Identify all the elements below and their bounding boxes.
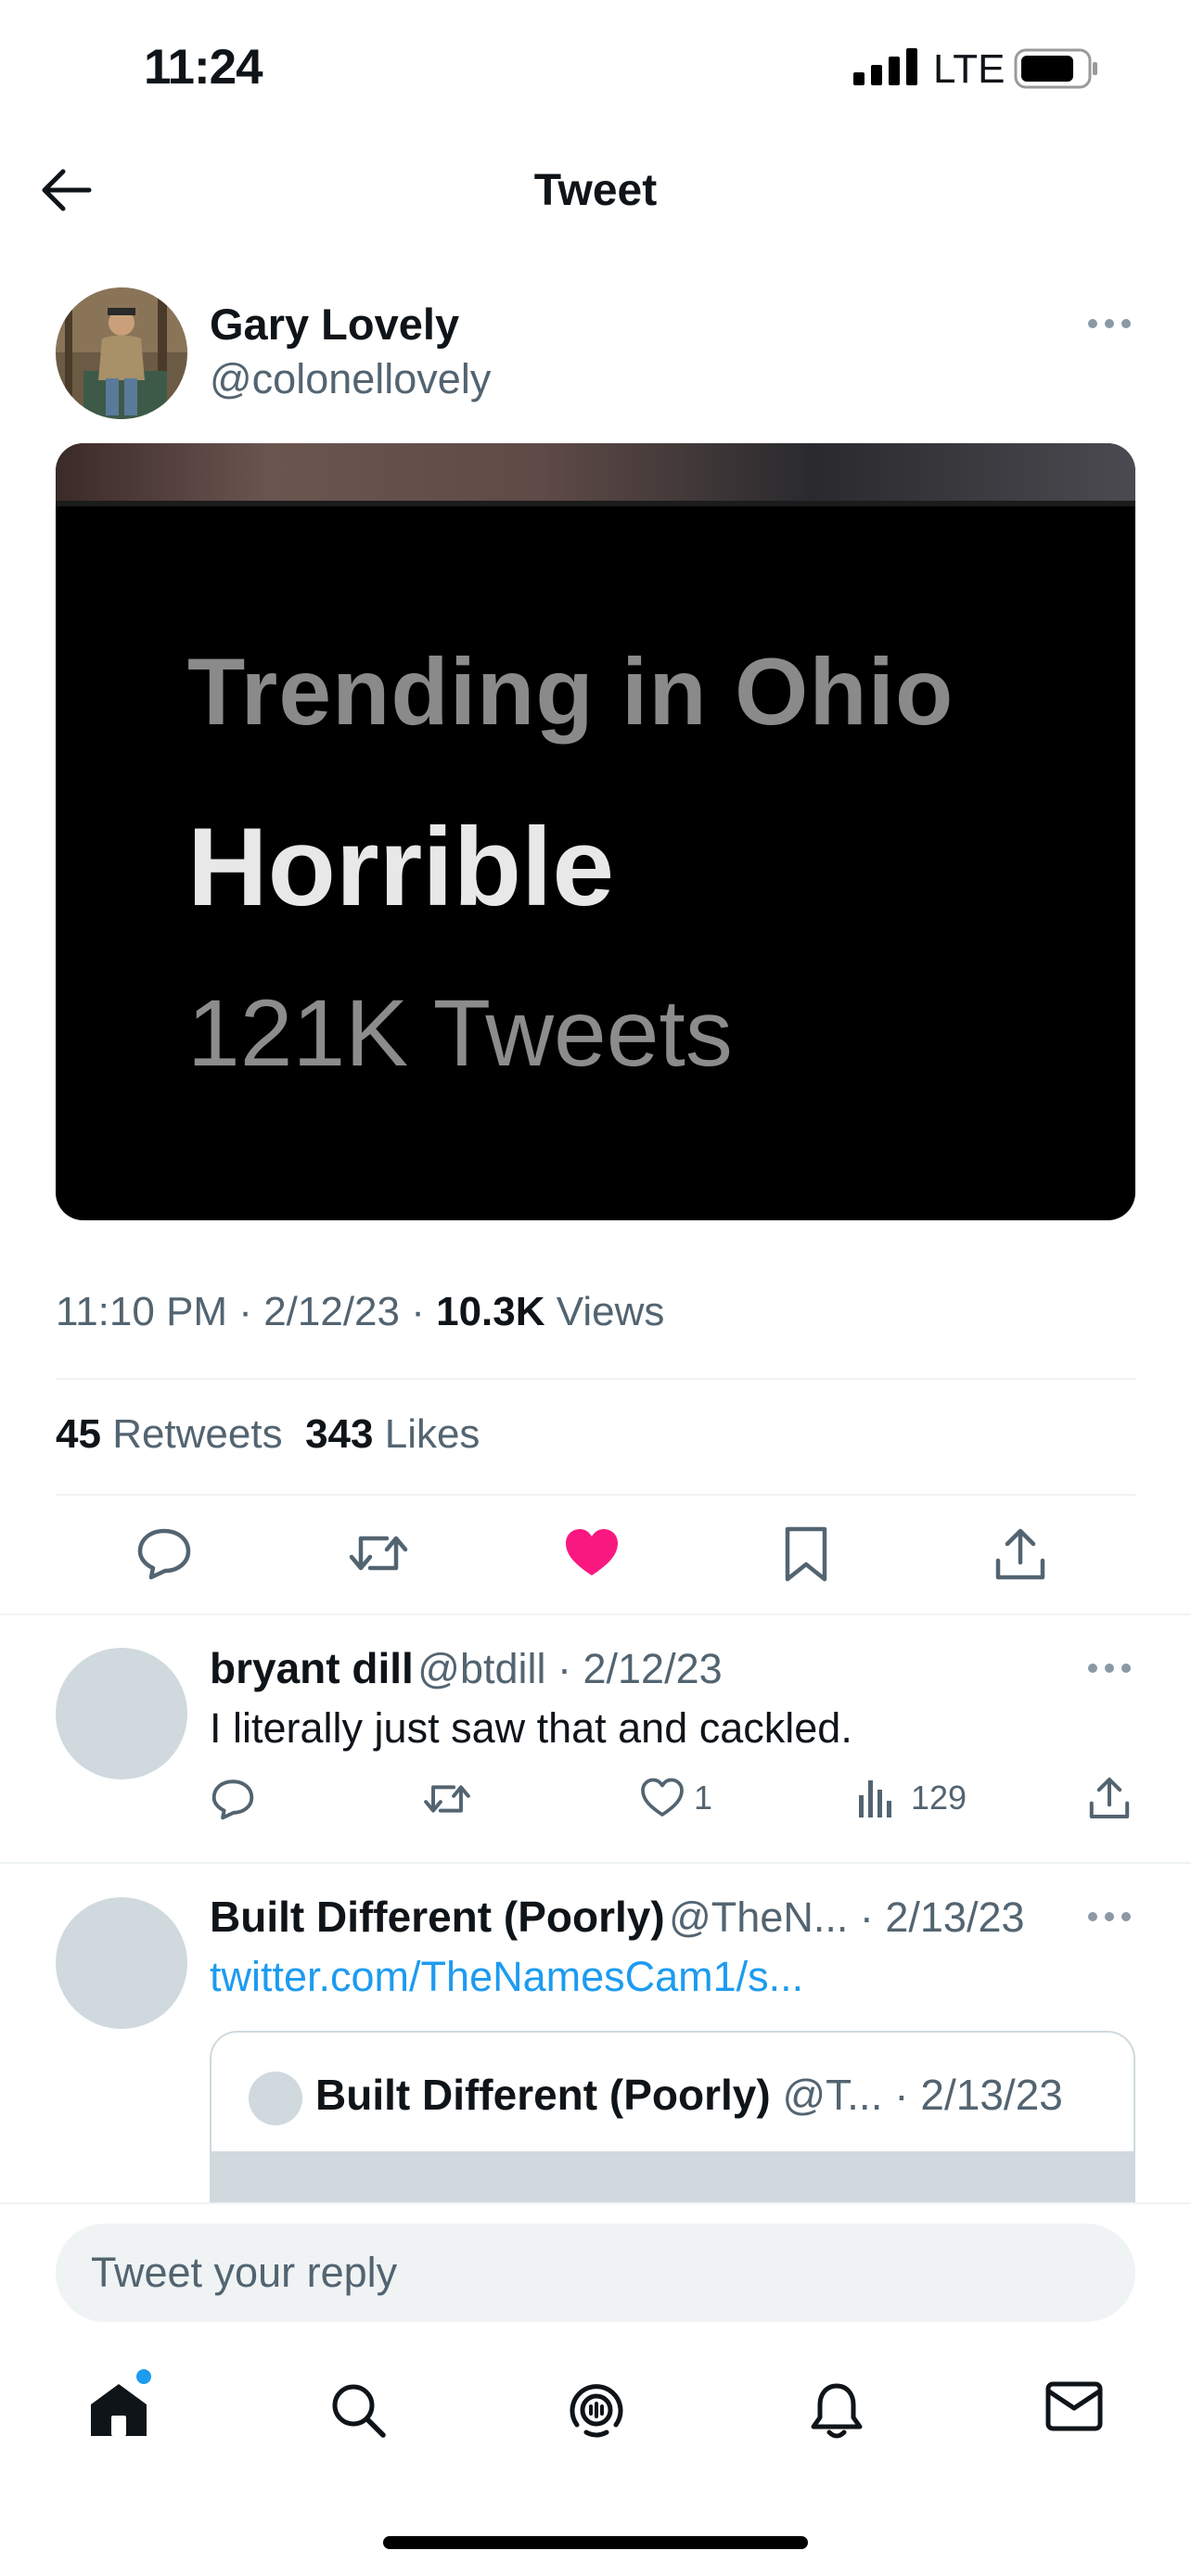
status-time: 11:24 [144, 40, 263, 95]
heart-filled-icon [566, 1529, 618, 1575]
meta-separator: · [882, 2071, 921, 2119]
media-top-strip [56, 443, 1135, 501]
signal-icon [853, 48, 924, 85]
tab-messages[interactable] [1044, 2380, 1104, 2432]
reply-header: Built Different (Poorly) @TheN... · 2/13… [210, 1892, 1025, 1942]
tweet-meta: 11:10 PM · 2/12/23 · 10.3K Views [56, 1289, 665, 1334]
likes-count: 343 [305, 1411, 374, 1457]
author-handle[interactable]: @colonellovely [210, 355, 491, 403]
home-indicator [383, 2536, 808, 2549]
retweets-count: 45 [56, 1411, 101, 1457]
reply-icon [211, 1779, 254, 1820]
divider [56, 1378, 1135, 1380]
like-button[interactable] [562, 1525, 621, 1581]
media-trending-term: Horrible [187, 805, 615, 929]
divider [0, 1862, 1191, 1864]
reply-author-handle[interactable]: @TheN... [669, 1894, 848, 1941]
media-trending-location: Trending in Ohio [187, 639, 954, 745]
reply-author-handle[interactable]: @btdill [417, 1645, 545, 1692]
search-icon [332, 2384, 386, 2438]
messages-mail-icon [1045, 2381, 1103, 2431]
more-icon [1088, 1664, 1131, 1673]
reply-author-name[interactable]: Built Different (Poorly) [210, 1893, 665, 1941]
reply-reply-button[interactable] [210, 1777, 256, 1821]
retweet-icon [349, 1536, 408, 1571]
home-icon [91, 2384, 147, 2436]
notifications-bell-icon [811, 2383, 863, 2439]
author-name[interactable]: Gary Lovely [210, 299, 459, 350]
reply-more-button[interactable] [1087, 1662, 1132, 1675]
reply-date: 2/12/23 [583, 1645, 723, 1692]
more-icon [1088, 1912, 1131, 1921]
tab-spaces[interactable] [566, 2380, 627, 2442]
retweets-stat[interactable]: 45 Retweets [56, 1411, 283, 1457]
tweet-reply-input[interactable] [56, 2224, 1135, 2322]
reply-share-button[interactable] [1087, 1775, 1132, 1821]
page-title: Tweet [533, 166, 658, 215]
media-tweet-count: 121K Tweets [187, 980, 733, 1086]
views-label: Views [556, 1289, 665, 1334]
quote-author-handle: @T... [782, 2071, 883, 2119]
reply-author-name[interactable]: bryant dill [210, 1644, 414, 1692]
unread-indicator [136, 2369, 151, 2384]
reply-avatar[interactable] [56, 1897, 187, 2029]
author-avatar[interactable] [56, 287, 187, 419]
meta-separator: · [848, 1894, 886, 1941]
reply-views-button[interactable]: 129 [857, 1777, 967, 1819]
tab-home[interactable] [87, 2380, 150, 2440]
spaces-icon [570, 2384, 623, 2438]
tweet-time: 11:10 PM [56, 1289, 228, 1334]
reply-like-count: 1 [694, 1779, 713, 1817]
tweet-media-image[interactable]: Trending in Ohio Horrible 121K Tweets [56, 443, 1135, 1220]
heart-icon [641, 1778, 684, 1817]
reply-avatar[interactable] [56, 1648, 187, 1779]
quote-author-name: Built Different (Poorly) [315, 2071, 771, 2119]
quote-date: 2/13/23 [920, 2071, 1063, 2119]
likes-label: Likes [384, 1411, 480, 1457]
retweets-label: Retweets [112, 1411, 283, 1457]
quoted-tweet[interactable]: Built Different (Poorly) @T... · 2/13/23 [210, 2031, 1135, 2216]
reply-retweet-button[interactable] [423, 1777, 471, 1821]
retweet-icon [424, 1785, 470, 1813]
reply-date: 2/13/23 [885, 1894, 1025, 1941]
share-icon [1089, 1778, 1130, 1818]
bookmark-icon [785, 1526, 827, 1582]
divider [0, 1613, 1191, 1615]
views-chart-icon [859, 1780, 891, 1817]
more-icon [1088, 319, 1131, 328]
reply-view-count: 129 [911, 1779, 967, 1817]
tweet-stats: 45 Retweets 343 Likes [56, 1411, 480, 1458]
reply-text: I literally just saw that and cackled. [210, 1704, 852, 1752]
reply-button[interactable] [134, 1525, 194, 1581]
reply-more-button[interactable] [1087, 1910, 1132, 1923]
meta-separator: · [545, 1645, 583, 1692]
network-label: LTE [933, 46, 1005, 92]
quote-avatar [249, 2072, 302, 2125]
divider [56, 1494, 1135, 1496]
tab-notifications[interactable] [809, 2380, 864, 2442]
more-options-button[interactable] [1087, 317, 1132, 330]
tab-search[interactable] [328, 2380, 388, 2440]
reply-header: bryant dill @btdill · 2/12/23 [210, 1643, 723, 1693]
battery-icon [1014, 48, 1099, 89]
share-icon [995, 1528, 1045, 1580]
reply-icon [137, 1528, 191, 1580]
bookmark-button[interactable] [780, 1525, 832, 1583]
tweet-date: 2/12/23 [263, 1289, 400, 1334]
retweet-button[interactable] [348, 1525, 409, 1581]
reply-link[interactable]: twitter.com/TheNamesCam1/s... [210, 1953, 803, 2001]
media-divider [56, 501, 1135, 506]
views-count[interactable]: 10.3K [436, 1289, 544, 1334]
likes-stat[interactable]: 343 Likes [305, 1411, 480, 1457]
reply-like-button[interactable]: 1 [640, 1777, 712, 1819]
share-button[interactable] [992, 1525, 1048, 1583]
quote-header: Built Different (Poorly) @T... · 2/13/23 [315, 2070, 1063, 2120]
